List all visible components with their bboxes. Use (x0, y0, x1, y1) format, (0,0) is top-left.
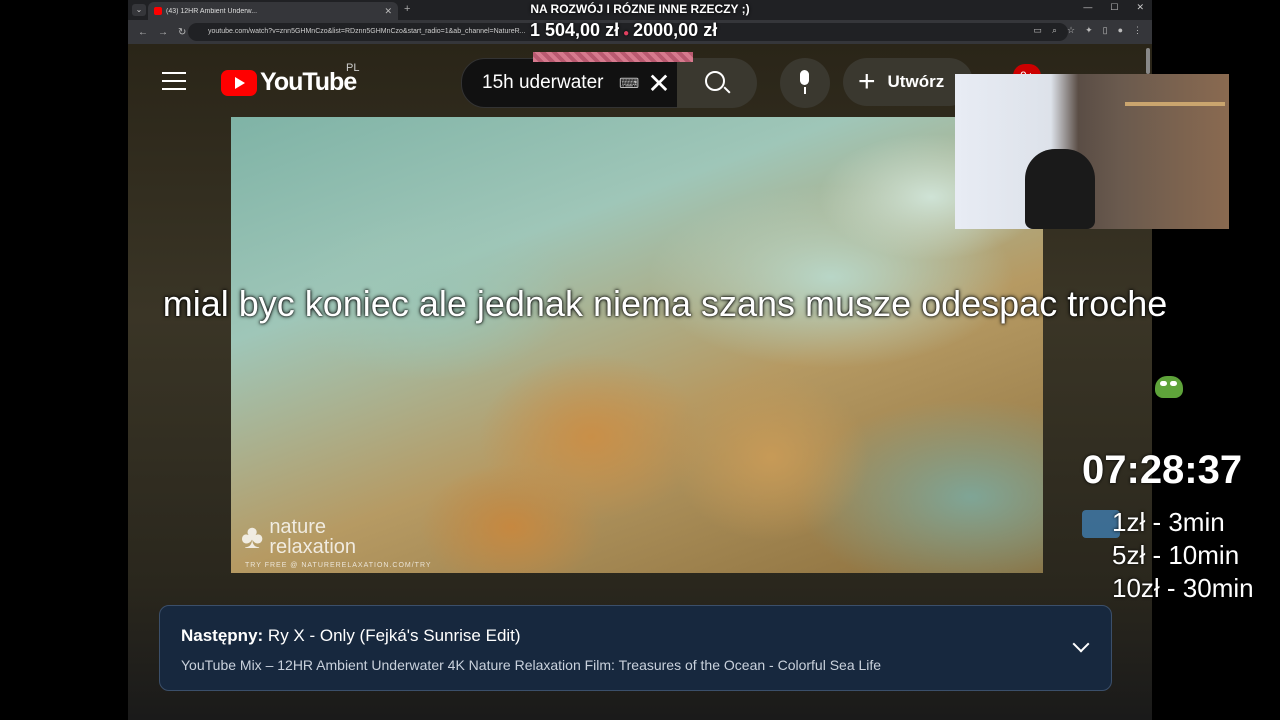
menu-icon[interactable]: ⋮ (1133, 25, 1142, 36)
create-label: Utwórz (887, 72, 945, 91)
youtube-wordmark: YouTube (260, 68, 357, 96)
pepe-emote-icon (1155, 376, 1183, 398)
subathon-timer: 07:28:37 (1082, 448, 1243, 492)
create-button[interactable]: + Utwórz (843, 58, 973, 106)
nature-relaxation-watermark: ♣ nature relaxation (241, 517, 356, 557)
caption-text: mial byc koniec ale jednak niema szans m… (162, 283, 1168, 324)
price-item: 10zł - 30min (1112, 573, 1254, 603)
up-next-panel[interactable]: Następny: Ry X - Only (Fejká's Sunrise E… (159, 605, 1112, 691)
extensions-icon[interactable]: ✦ (1085, 25, 1093, 36)
chevron-down-icon[interactable] (1072, 635, 1090, 653)
up-next-subtitle: YouTube Mix – 12HR Ambient Underwater 4K… (181, 657, 882, 673)
price-list: 1zł - 3min 5zł - 10min 10zł - 30min (1112, 506, 1254, 605)
cast-icon[interactable]: ▭ (1033, 25, 1042, 36)
bookmark-star-icon[interactable]: ☆ (1067, 25, 1075, 36)
forward-icon[interactable]: → (158, 27, 168, 38)
watermark-line2: relaxation (269, 536, 357, 558)
goal-title: NA ROZWÓJ I RÓZNE INNE RZECZY ;) (530, 2, 750, 16)
search-input[interactable]: 15h uderwater (482, 72, 617, 94)
gaming-chair (1025, 149, 1095, 229)
price-item: 1zł - 3min (1112, 507, 1225, 537)
mic-icon (800, 70, 809, 85)
youtube-play-icon (221, 69, 257, 96)
back-icon[interactable]: ← (138, 27, 148, 38)
sidebar-icon[interactable]: ▯ (1103, 25, 1108, 36)
url-text: youtube.com/watch?v=znn5GHMnCzo&list=RDz… (208, 28, 526, 35)
goal-current: 1 504,00 zł (530, 20, 620, 40)
goal-progress-bar (533, 52, 693, 62)
goal-target: 2000,00 zł (633, 20, 718, 40)
shelf (1125, 102, 1225, 106)
up-next-prefix: Następny: (181, 626, 264, 645)
region-code: PL (346, 62, 360, 74)
reload-icon[interactable]: ↻ (178, 27, 186, 38)
scrollbar[interactable] (1146, 48, 1150, 74)
donation-goal: 1 504,00 zł ● 2000,00 zł (530, 20, 718, 40)
clear-search-icon[interactable]: ✕ (647, 67, 670, 100)
price-item: 5zł - 10min (1112, 540, 1240, 570)
watermark-sub: TRY FREE @ NATURERELAXATION.COM/TRY (245, 562, 432, 569)
youtube-logo[interactable]: YouTube PL (221, 62, 359, 97)
menu-hamburger-icon[interactable] (162, 72, 186, 96)
palm-tree-icon: ♣ (241, 518, 264, 556)
watermark-line1: nature (269, 516, 327, 538)
search-icon (705, 71, 725, 91)
voice-search-button[interactable] (780, 58, 830, 108)
up-next-title: Ry X - Only (Fejká's Sunrise Edit) (267, 626, 521, 645)
search-box[interactable]: 15h uderwater ⌨ ✕ (461, 58, 679, 108)
extensions: ▭ ⌕ ☆ ✦ ▯ ● ⋮ (1033, 25, 1142, 36)
webcam-overlay (955, 74, 1229, 229)
zoom-icon[interactable]: ⌕ (1052, 25, 1057, 36)
profile-icon[interactable]: ● (1118, 25, 1123, 36)
video-player[interactable]: ♣ nature relaxation TRY FREE @ NATURERELA… (231, 117, 1043, 573)
stream-caption: mial byc koniec ale jednak niema szans m… (0, 283, 1280, 325)
plus-icon: + (858, 65, 876, 98)
search-button[interactable] (677, 58, 757, 108)
keyboard-icon[interactable]: ⌨ (619, 75, 639, 92)
